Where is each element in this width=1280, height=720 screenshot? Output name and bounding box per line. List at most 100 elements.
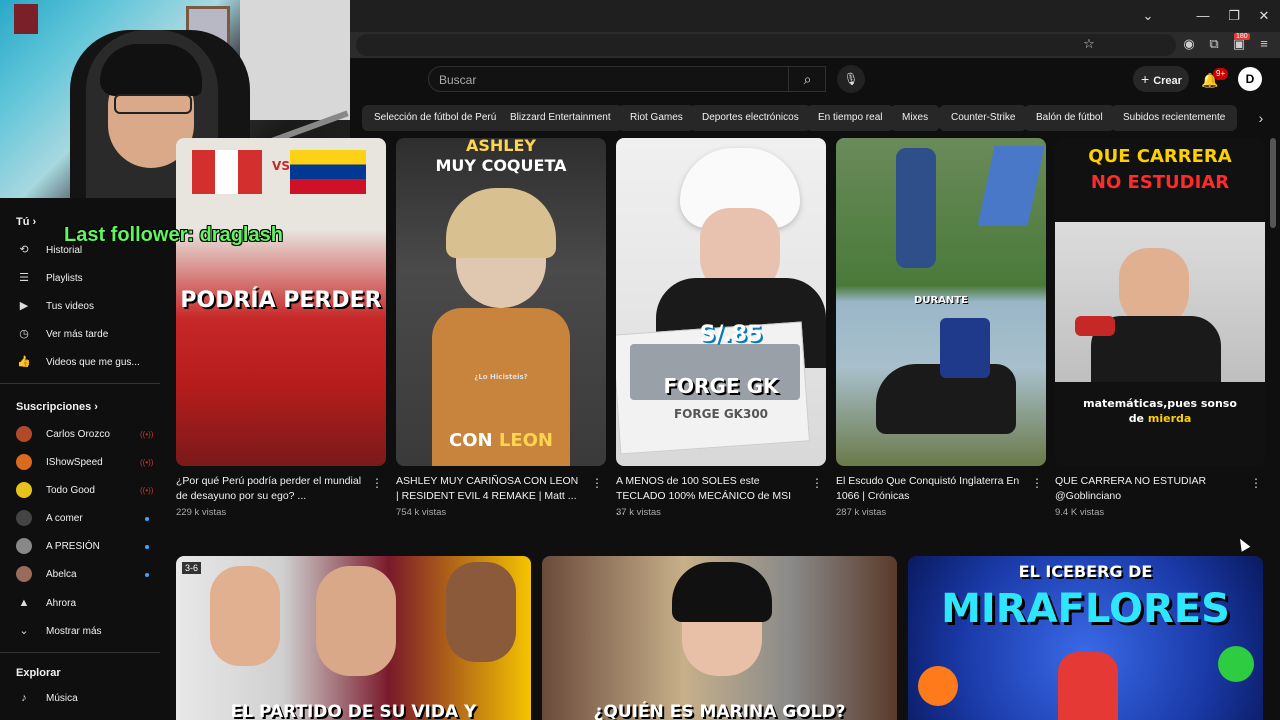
thumb-headline: PODRÍA PERDER [180,288,382,313]
chip-seleccion-futbol-peru[interactable]: Selección de fútbol de Perú [362,105,509,131]
thumb-headline: QUE CARRERA [1088,146,1232,167]
thumb-score-badge: 3-6 [182,562,202,574]
account-avatar[interactable]: D [1238,67,1262,91]
sidebar-divider [0,652,160,653]
address-bar[interactable] [356,34,1176,56]
create-button[interactable]: + Crear [1133,66,1189,92]
chip-deportes-electronicos[interactable]: Deportes electrónicos [690,105,811,131]
sidebar-sub-carlos-orozco[interactable]: Carlos Orozco ((•)) [16,425,166,445]
sidebar-item-musica[interactable]: ♪ Música [16,688,166,708]
video-title[interactable]: QUE CARRERA NO ESTUDIAR @Goblinciano [1055,474,1241,504]
new-content-dot [145,517,149,521]
live-icon: ((•)) [140,430,154,439]
sidebar-you-title[interactable]: Tú › [16,216,36,228]
thumb-headline: EL ICEBERG DE [1018,562,1153,581]
more-options-icon[interactable]: ⋮ [1249,476,1263,492]
video-thumbnail[interactable]: ASHLEY MUY COQUETA ¿Lo Hicisteis? CON LE… [396,138,606,466]
thumb-rider [940,318,990,378]
music-icon: ♪ [21,692,27,704]
video-thumbnail[interactable]: S/.85 FORGE GK FORGE GK300 [616,138,826,466]
sidebar-sub-abelca[interactable]: Abelca [16,565,166,585]
sidebar-item-tus-videos[interactable]: ▶ Tus videos [16,296,166,316]
plus-icon: + [1141,71,1150,87]
chip-riot-games[interactable]: Riot Games [618,105,695,131]
voice-search-button[interactable]: 🎙 [837,65,865,93]
more-options-icon[interactable]: ⋮ [1030,476,1044,492]
sidebar-sub-a-comer[interactable]: A comer [16,509,166,529]
video-views: 229 k vistas [176,507,227,518]
playlists-icon: ☰ [19,272,29,284]
sidebar-item-playlists[interactable]: ☰ Playlists [16,268,166,288]
video-card[interactable]: ¿QUIÉN ES MARINA GOLD? [542,556,897,720]
sidebar-show-more[interactable]: ⌄ Mostrar más [16,621,166,641]
chip-subidos-recientemente[interactable]: Subidos recientemente [1111,105,1238,131]
live-icon: ((•)) [140,486,154,495]
live-icon: ((•)) [140,458,154,467]
search-button[interactable]: ⌕ [788,66,826,92]
chip-blizzard[interactable]: Blizzard Entertainment [498,105,623,131]
page-scrollbar[interactable] [1270,138,1276,228]
sidebar-subscriptions-title[interactable]: Suscripciones › [16,401,98,413]
video-views: 37 k vistas [616,507,661,518]
video-thumbnail[interactable]: DURANTE [836,138,1046,466]
sidebar-sub-todo-good[interactable]: Todo Good ((•)) [16,481,166,501]
more-options-icon[interactable]: ⋮ [590,476,604,492]
video-views: 754 k vistas [396,507,447,518]
chevron-right-icon: › [32,216,37,228]
mic-icon: 🎙 [843,72,859,86]
minimize-icon[interactable]: — [1193,6,1213,26]
thumb-subheadline: MIRAFLORES [941,586,1230,632]
search-box[interactable] [428,66,826,92]
thumb-headline: ¿QUIÉN ES MARINA GOLD? [593,702,846,720]
venezuela-flag [290,150,366,194]
chip-mixes[interactable]: Mixes [890,105,941,131]
sidebar-item-ver-mas-tarde[interactable]: ◷ Ver más tarde [16,324,166,344]
video-title[interactable]: ¿Por qué Perú podría perder el mundial d… [176,474,362,504]
thumb-headline: ASHLEY [465,138,536,155]
webcam-wall [240,0,350,120]
extensions-icon[interactable]: ⧉ [1205,35,1223,53]
video-card[interactable]: EL ICEBERG DE MIRAFLORES [908,556,1263,720]
channel-avatar [16,510,32,527]
video-card[interactable]: 3-6 EL PARTIDO DE SU VIDA Y [176,556,531,720]
chip-next-button[interactable]: › [1252,108,1270,128]
chip-counter-strike[interactable]: Counter-Strike [939,105,1028,131]
bookmark-star-icon[interactable]: ☆ [1080,35,1098,53]
chip-en-tiempo-real[interactable]: En tiempo real [806,105,895,131]
restore-icon[interactable]: ❐ [1224,6,1244,26]
search-input[interactable] [439,71,779,89]
filter-chips: Selección de fútbol de Perú Blizzard Ent… [350,105,1250,131]
liked-videos-icon: 👍 [17,356,31,368]
create-label: Crear [1153,75,1182,87]
channel-avatar [16,538,32,555]
chevron-right-icon: › [1258,110,1264,126]
video-thumbnail[interactable]: QUE CARRERA NO ESTUDIAR matemáticas,pues… [1055,138,1265,466]
sidebar-item-videos-que-me-gustan[interactable]: 👍 Videos que me gus... [16,352,166,372]
video-views: 9.4 K vistas [1055,507,1105,518]
sidebar-sub-ahrora[interactable]: ▲ Ahrora [16,593,166,613]
more-options-icon[interactable]: ⋮ [810,476,824,492]
sidebar-sub-ishowspeed[interactable]: IShowSpeed ((•)) [16,453,166,473]
channel-logo-icon: ▲ [18,597,30,609]
chip-balon-futbol[interactable]: Balón de fútbol [1024,105,1115,131]
video-title[interactable]: El Escudo Que Conquistó Inglaterra En 10… [836,474,1022,504]
close-icon[interactable]: ✕ [1254,6,1274,26]
notification-count-badge: 9+ [1213,68,1229,80]
search-icon: ⌕ [803,71,812,87]
video-title[interactable]: ASHLEY MUY CARIÑOSA CON LEON | RESIDENT … [396,474,582,504]
thumb-caption: DURANTE [914,295,968,306]
tab-list-icon[interactable]: ⌄ [1138,6,1158,26]
sidebar: Tú › ⟲ Historial ☰ Playlists ▶ Tus videos ◷… [0,200,170,720]
sidebar-divider [0,383,160,384]
thumb-player-face [446,562,516,662]
menu-icon[interactable]: ≡ [1255,35,1273,53]
thumb-host-face [316,566,396,676]
video-thumbnail[interactable]: VS PODRÍA PERDER [176,138,386,466]
profile-icon[interactable]: ◉ [1180,35,1198,53]
sidebar-sub-a-presion[interactable]: A PRESIÓN [16,537,166,557]
thumb-price: S/.85 [699,322,763,347]
new-content-dot [145,545,149,549]
thumb-box-label: FORGE GK300 [673,407,769,421]
more-options-icon[interactable]: ⋮ [370,476,384,492]
mouse-cursor-icon [1235,536,1251,552]
